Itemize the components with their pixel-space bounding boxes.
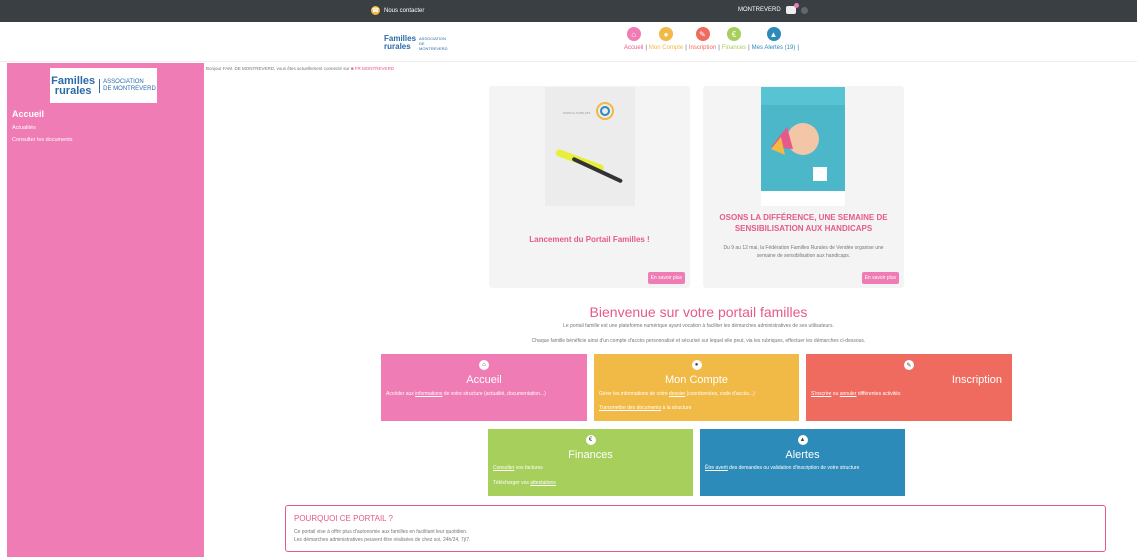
warning-icon: ▲ [766, 27, 781, 41]
header-logo-text: Familles rurales [384, 34, 417, 51]
top-bar: ☎ Nous contacter MONTREVERD [0, 0, 1137, 22]
home-icon: ⌂ [626, 27, 641, 41]
sidebar-logo[interactable]: Familles rurales ASSOCIATION DE MONTREVERD [50, 68, 157, 103]
nav-alertes-label: Mes Alertes (19) [751, 45, 796, 51]
user-icon: ● [659, 27, 674, 41]
svg-text:PORTAIL FAMILLES: PORTAIL FAMILLES [563, 111, 590, 115]
user-avatar-icon[interactable] [785, 3, 799, 14]
tile-finances[interactable]: € Finances Consulter vos factures Téléch… [488, 429, 693, 496]
tile-mon-compte[interactable]: ● Mon Compte Gérer les informations de v… [594, 354, 799, 421]
euro-icon: € [585, 435, 596, 445]
news-card-handicap-text: Du 9 au 12 mai, la Fédération Familles R… [723, 245, 884, 259]
header-logo[interactable]: Familles rurales ASSOCIATION DE MONTREVERD [384, 31, 452, 55]
tile-finances-desc-2: Télécharger vos attestations [493, 480, 556, 486]
nav-inscription[interactable]: ✎ Inscription [687, 27, 718, 51]
tile-mon-compte-dossier-link[interactable]: dossier [669, 391, 685, 397]
page-title: Bienvenue sur votre portail familles [589, 304, 808, 320]
sidebar-item-documents[interactable]: Consulter les documents [12, 137, 73, 143]
nav-accueil-label: Accueil [624, 45, 644, 51]
welcome-text: Bonjour FAM. DE MONTREVERD, vous êtes ac… [206, 66, 350, 71]
tile-inscription-title: Inscription [951, 374, 1002, 386]
news-card-portail-title: Lancement du Portail Familles ! [529, 235, 650, 244]
contact-label: Nous contacter [384, 7, 425, 14]
nav-inscription-label: Inscription [688, 45, 717, 51]
news-card-handicap: OSONS LA DIFFÉRENCE, UNE SEMAINE DE SENS… [703, 86, 904, 288]
tile-accueil[interactable]: ⌂ Accueil Accéder aux informations de vo… [381, 354, 587, 421]
sidebar-title: Accueil [12, 109, 45, 119]
nav-alertes[interactable]: ▲ Mes Alertes (19) [750, 27, 798, 51]
intro-text-2: Chaque famille bénéficie ainsi d'un comp… [531, 338, 866, 344]
tile-inscription-annuler-link[interactable]: annuler [840, 391, 857, 397]
euro-icon: € [726, 27, 741, 41]
tile-finances-title: Finances [568, 449, 613, 461]
nav-mon-compte-label: Mon Compte [648, 45, 684, 51]
sidebar-logo-assoc: ASSOCIATION DE MONTREVERD [99, 78, 156, 93]
tile-accueil-title: Accueil [466, 374, 502, 386]
tile-finances-desc: Consulter vos factures [493, 465, 543, 471]
nav-mon-compte[interactable]: ● Mon Compte [647, 27, 685, 51]
logout-icon[interactable] [800, 6, 808, 14]
tile-inscription-desc: S'inscrire ou annuler différentes activi… [811, 391, 901, 397]
header: Familles rurales ASSOCIATION DE MONTREVERD… [0, 22, 1137, 62]
tile-inscription-inscrire-link[interactable]: S'inscrire [811, 391, 831, 397]
home-icon: ⌂ [479, 360, 489, 370]
news-card-handicap-more-button[interactable]: En savoir plus [861, 272, 899, 284]
why-portal-line-1: Ce portail vise à offrir plus d'autonomi… [294, 529, 468, 535]
tile-mon-compte-documents-link[interactable]: Transmettre des documents [599, 405, 661, 411]
structure-link[interactable]: FR MONTREVERD [355, 66, 394, 71]
contact-link[interactable]: ☎ Nous contacter [371, 6, 424, 15]
tile-finances-consulter-link[interactable]: Consulter [493, 465, 514, 471]
pencil-icon: ✎ [904, 360, 914, 370]
tile-accueil-link[interactable]: informations [415, 391, 442, 397]
pencil-icon: ✎ [695, 27, 710, 41]
nav-separator: | [797, 45, 799, 51]
structure-icon: ■ [350, 66, 354, 71]
tile-finances-attestations-link[interactable]: attestations [530, 480, 556, 486]
header-logo-assoc: ASSOCIATION DE MONTREVERD [419, 35, 448, 51]
user-icon: ● [691, 360, 702, 370]
news-card-portail-more-button[interactable]: En savoir plus [647, 272, 685, 284]
intro-text-1: Le portail famille est une plateforme nu… [563, 323, 834, 329]
tile-alertes-title: Alertes [785, 449, 820, 461]
nav-accueil[interactable]: ⌂ Accueil [622, 27, 645, 51]
tile-mon-compte-title: Mon Compte [665, 374, 728, 386]
phone-icon: ☎ [371, 6, 380, 15]
user-label: MONTREVERD [738, 7, 781, 13]
news-card-portail-image: PORTAIL FAMILLES [545, 87, 635, 206]
nav-finances[interactable]: € Finances [720, 27, 748, 51]
why-portal-box: POURQUOI CE PORTAIL ? Ce portail vise à … [285, 505, 1106, 552]
nav-finances-label: Finances [721, 45, 747, 51]
tile-inscription[interactable]: ✎ Inscription S'inscrire ou annuler diff… [806, 354, 1012, 421]
tile-mon-compte-desc-2: Transmettre des documents à la structure [599, 405, 692, 411]
tile-mon-compte-desc: Gérer les informations de votre dossier … [599, 391, 755, 397]
news-card-portail: PORTAIL FAMILLES Lancement du Portail Fa… [489, 86, 690, 288]
tile-alertes-link[interactable]: Être averti [705, 465, 728, 471]
news-card-handicap-title: OSONS LA DIFFÉRENCE, UNE SEMAINE DE SENS… [719, 213, 888, 233]
user-menu[interactable]: MONTREVERD [738, 3, 808, 14]
welcome-line: Bonjour FAM. DE MONTREVERD, vous êtes ac… [206, 66, 394, 71]
news-card-handicap-image [761, 87, 845, 206]
tile-alertes-desc: Être averti des demandes ou validation d… [705, 465, 860, 471]
sidebar-item-actualites[interactable]: Actualités [12, 125, 36, 131]
sidebar-logo-text: Familles rurales [51, 74, 96, 97]
warning-icon: ▲ [797, 435, 808, 445]
main-nav: ⌂ Accueil | ● Mon Compte | ✎ Inscription… [622, 27, 799, 51]
tile-accueil-desc: Accéder aux informations de votre struct… [386, 391, 546, 397]
tile-alertes[interactable]: ▲ Alertes Être averti des demandes ou va… [700, 429, 905, 496]
why-portal-title: POURQUOI CE PORTAIL ? [294, 514, 393, 523]
why-portal-line-2: Les démarches administratives peuvent êt… [294, 537, 471, 543]
